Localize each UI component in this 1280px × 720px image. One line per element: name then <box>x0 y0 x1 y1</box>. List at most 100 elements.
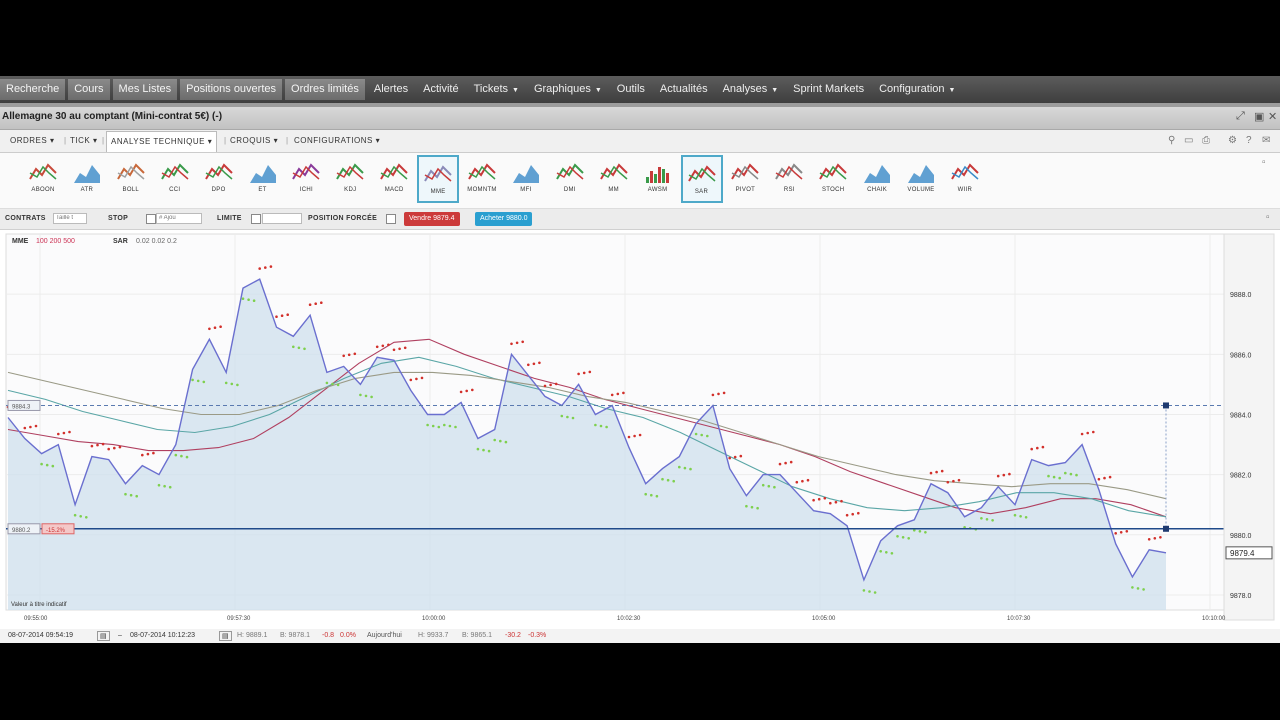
menu-outils[interactable]: Outils <box>611 79 651 100</box>
legend-sar-params: 0.02 0.02 0.2 <box>136 238 177 245</box>
screenshot-icon[interactable]: ▭ <box>1184 135 1193 146</box>
indicator-mfi[interactable]: MFI <box>505 155 547 203</box>
sar-dot-bullish <box>1136 587 1140 590</box>
close-icon[interactable]: ✕ <box>1268 110 1277 123</box>
sar-dot-bearish <box>801 479 804 483</box>
menu-recherche[interactable]: Recherche <box>0 79 66 100</box>
period-low: B: 9878.1 <box>280 632 310 639</box>
indicator-boll[interactable]: BOLL <box>110 155 152 203</box>
indicator-dpo[interactable]: DPO <box>198 155 240 203</box>
tab-tick[interactable]: TICK ▾ <box>70 136 97 145</box>
period-change-pct: 0.0% <box>340 632 356 639</box>
y-tick-label: 9888.0 <box>1230 292 1252 299</box>
menu-activit-[interactable]: Activité <box>417 79 464 100</box>
calendar-end-icon[interactable]: ▤ <box>219 631 232 641</box>
sar-dot-bullish <box>51 464 55 468</box>
tab-configurations[interactable]: CONFIGURATIONS ▾ <box>294 136 380 145</box>
sar-dot-bearish <box>471 388 474 392</box>
sar-dot-bullish <box>896 535 899 538</box>
period-high: H: 9889.1 <box>237 632 268 639</box>
handle-lower[interactable] <box>1163 525 1169 532</box>
sell-button[interactable]: Vendre 9879.4 <box>404 212 460 226</box>
sar-dot-bearish <box>1119 531 1123 534</box>
handle-upper[interactable] <box>1163 402 1169 409</box>
help-icon[interactable]: ? <box>1246 135 1252 146</box>
tab-croquis[interactable]: CROQUIS ▾ <box>230 136 278 145</box>
indicator-label: ICHI <box>299 187 313 193</box>
stop-checkbox[interactable] <box>146 214 156 224</box>
maximize-icon[interactable]: ▣ <box>1254 110 1264 123</box>
chart-area[interactable]: 9884.3 9880.2 -15.2% 9888.0 9886.0 9884.0 9882… <box>0 230 1280 630</box>
x-tick-label: 10:07:30 <box>1007 616 1031 622</box>
indicator-label: AWSM <box>647 187 668 193</box>
menu-alertes[interactable]: Alertes <box>368 79 414 100</box>
comment-icon[interactable]: ✉ <box>1262 135 1270 146</box>
contrats-input[interactable] <box>53 213 87 224</box>
tab-analyse-technique[interactable]: ANALYSE TECHNIQUE ▾ <box>106 131 218 152</box>
limite-input[interactable] <box>262 213 302 224</box>
indicator-chaik[interactable]: CHAIK <box>856 155 898 203</box>
indicator-stoch[interactable]: STOCH <box>812 155 854 203</box>
tab-tick-label: TICK <box>70 136 91 145</box>
indicator-mm[interactable]: MM <box>593 155 635 203</box>
price-chart[interactable]: 9884.3 9880.2 -15.2% 9888.0 9886.0 9884.0 9882… <box>0 230 1280 630</box>
indicator-sar[interactable]: SAR <box>680 155 723 203</box>
indicator-pivot[interactable]: PIVOT <box>724 155 766 203</box>
indicator-label: KDJ <box>344 187 357 193</box>
menu-ordres-limit-s[interactable]: Ordres limités <box>285 79 365 100</box>
limite-checkbox[interactable] <box>251 214 261 224</box>
menu-cours[interactable]: Cours <box>68 79 110 100</box>
end-date[interactable]: 08-07-2014 10:12:23 <box>130 632 195 639</box>
indicator-atr[interactable]: ATR <box>66 155 108 203</box>
print-icon[interactable]: ⎙ <box>1202 135 1210 146</box>
indicator-rsi[interactable]: RSI <box>768 155 810 203</box>
indicator-ichi[interactable]: ICHI <box>285 155 327 203</box>
collapse-icon[interactable]: ▫ <box>1266 212 1270 223</box>
menu-graphiques[interactable]: Graphiques ▼ <box>528 79 608 100</box>
menu-tickets[interactable]: Tickets ▼ <box>468 79 525 100</box>
indicator-cci[interactable]: CCI <box>154 155 196 203</box>
sar-dot-bearish <box>952 479 955 483</box>
calendar-start-icon[interactable]: ▤ <box>97 631 110 641</box>
settings-icon[interactable]: ⚙ <box>1228 135 1237 146</box>
indicator-dmi[interactable]: DMI <box>549 155 591 203</box>
menu-analyses[interactable]: Analyses ▼ <box>717 79 785 100</box>
menu-actualit-s[interactable]: Actualités <box>654 79 714 100</box>
pivot-icon <box>731 163 760 180</box>
detach-icon[interactable]: ⤢ <box>1236 110 1245 123</box>
legend-mme-params: 100 200 500 <box>36 238 75 245</box>
sar-dot-bearish <box>554 382 558 386</box>
sar-dot-bearish <box>627 435 631 439</box>
buy-button[interactable]: Acheter 9880.0 <box>475 212 533 226</box>
expand-icon[interactable]: ▫ <box>1262 157 1266 168</box>
start-date[interactable]: 08-07-2014 09:54:19 <box>8 632 73 639</box>
indicator-et[interactable]: ET <box>242 155 284 203</box>
sar-dot-bullish <box>761 483 765 487</box>
menu-positions-ouvertes[interactable]: Positions ouvertes <box>180 79 283 100</box>
position-forcee-checkbox[interactable] <box>386 214 396 224</box>
sar-dot-bearish <box>532 362 536 366</box>
indicator-mme[interactable]: MME <box>417 155 460 203</box>
tab-ordres-label: ORDRES <box>10 136 48 145</box>
sar-dot-bearish <box>1125 530 1129 533</box>
indicator-momntm[interactable]: MOMNTM <box>461 155 503 203</box>
sar-dot-bullish <box>73 513 77 517</box>
menu-mes-listes[interactable]: Mes Listes <box>112 79 178 100</box>
indicator-wiir[interactable]: WIIR <box>944 155 986 203</box>
sar-dot-bullish <box>560 414 564 418</box>
mfi-icon <box>512 165 539 183</box>
indicator-macd[interactable]: MACD <box>373 155 415 203</box>
indicator-volume[interactable]: VOLUME <box>900 155 942 203</box>
stop-input[interactable] <box>156 213 202 224</box>
indicator-aboon[interactable]: ABOON <box>22 155 64 203</box>
link-icon[interactable]: ⚲ <box>1168 135 1175 146</box>
sar-dot-bullish <box>224 381 228 385</box>
indicator-awsm[interactable]: AWSM <box>637 155 679 203</box>
sar-dot-bullish <box>476 447 480 451</box>
dpo-icon <box>204 163 233 180</box>
menu-sprint-markets[interactable]: Sprint Markets <box>787 79 870 100</box>
menu-configuration[interactable]: Configuration ▼ <box>873 79 961 100</box>
tab-ordres[interactable]: ORDRES ▾ <box>10 136 54 145</box>
indicator-label: RSI <box>783 187 795 193</box>
indicator-kdj[interactable]: KDJ <box>329 155 371 203</box>
